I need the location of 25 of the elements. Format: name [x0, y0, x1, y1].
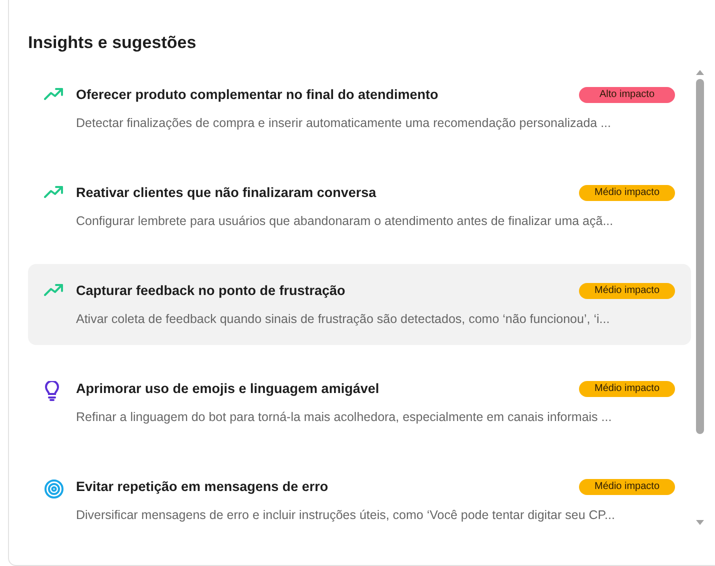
insight-description: Ativar coleta de feedback quando sinais de frustração são detectados, como ‘não funcionou’, ‘i...	[76, 311, 611, 328]
insight-description: Refinar a linguagem do bot para torná-la mais acolhedora, especialmente em canais informais ...	[76, 409, 613, 426]
impact-badge: Médio impacto	[579, 283, 675, 299]
trend-up-icon	[44, 283, 64, 297]
panel-title: Insights e sugestões	[28, 32, 198, 54]
insight-title: Evitar repetição em mensagens de erro	[76, 478, 328, 496]
impact-badge: Médio impacto	[579, 479, 675, 495]
scrollbar-thumb[interactable]	[696, 79, 704, 434]
insight-description: Configurar lembrete para usuários que abandonaram o atendimento antes de finalizar uma açã...	[76, 213, 614, 230]
insight-description: Detectar finalizações de compra e inserir automaticamente uma recomendação personalizada ...	[76, 115, 612, 132]
insight-title: Reativar clientes que não finalizaram conversa	[76, 184, 376, 202]
insight-card[interactable]: Capturar feedback no ponto de frustração Médio impacto Ativar coleta de feedback quando sinais de frustração são detectados, como ‘não funcionou’, ‘i...	[28, 264, 691, 345]
insight-title: Capturar feedback no ponto de frustração	[76, 282, 346, 300]
insight-description: Diversificar mensagens de erro e incluir instruções úteis, como ‘Você pode tentar digitar seu CP...	[76, 507, 616, 524]
scroll-up-icon[interactable]	[696, 69, 704, 75]
impact-badge: Médio impacto	[579, 381, 675, 397]
lightbulb-icon	[44, 381, 60, 401]
trend-up-icon	[44, 87, 64, 101]
insight-title: Oferecer produto complementar no final do atendimento	[76, 86, 438, 104]
impact-badge: Médio impacto	[579, 185, 675, 201]
scroll-down-icon[interactable]	[696, 520, 704, 526]
insight-title: Aprimorar uso de emojis e linguagem amigável	[76, 380, 380, 398]
target-icon	[44, 479, 64, 499]
trend-up-icon	[44, 185, 64, 199]
impact-badge: Alto impacto	[579, 87, 675, 103]
